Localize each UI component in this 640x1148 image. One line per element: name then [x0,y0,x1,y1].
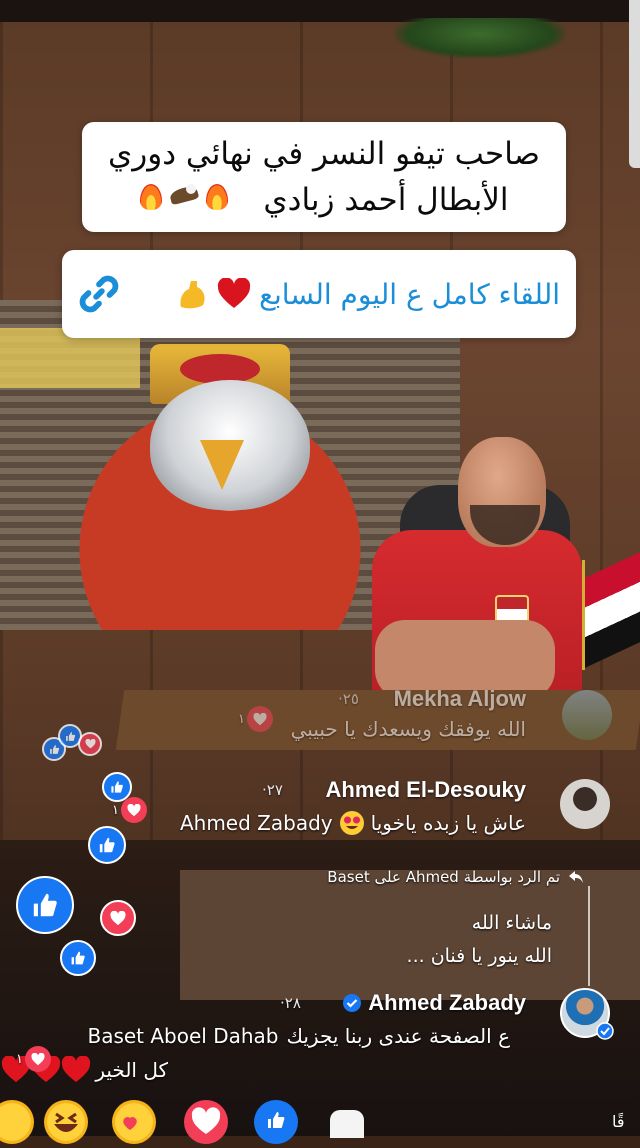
comment-time: ·٢٨ [280,994,301,1012]
link-icon[interactable] [76,271,122,317]
comment-author[interactable]: Ahmed El-Desouky [326,777,527,803]
love-icon [246,706,273,732]
comment-time: ·٢٥ [338,690,359,708]
comment-time: ·٢٧ [262,781,283,799]
floating-like-icon [60,940,96,976]
floating-like-icon [88,826,126,864]
love-reaction-icon[interactable] [184,1100,228,1144]
fire-icon [205,180,228,210]
verified-badge-icon [596,1022,614,1040]
tagged-user[interactable]: Ahmed Zabady [180,811,333,835]
comment-text-ar: ع الصفحة عندى ربنا يجزيك [286,1024,510,1048]
eagle-beak [200,440,244,490]
floating-love-icon [100,900,136,936]
reaction-count: ١ [16,1051,23,1067]
reaction-badge[interactable]: ١ [16,1046,51,1072]
reply-connector [588,886,590,986]
care-reaction-icon[interactable] [112,1100,156,1144]
love-icon [120,797,147,823]
comment-header: Ahmed Zabady [342,990,526,1016]
red-heart-icon [218,278,251,308]
video-title-card: صاحب تيفو النسر في نهائي دوري الأبطال أح… [82,122,566,232]
eagle-icon [168,180,200,210]
comment-author[interactable]: Ahmed Zabady [368,990,526,1016]
desk-panel [180,870,640,1000]
scrollbar[interactable] [629,0,640,168]
reply-line-2: الله ينور يا فنان ... [406,945,552,967]
reply-line-1: ماشاء الله [471,912,552,934]
floating-love-icon [78,732,102,756]
comment-text-line-1: ع الصفحة عندى ربنا يجزيك Baset Aboel Dah… [87,1024,510,1048]
love-icon [24,1046,51,1072]
title-line-2-text: الأبطال أحمد زبادي [263,182,509,218]
star-eyes-emoji-icon [339,811,364,835]
sticker-icon[interactable] [330,1110,364,1138]
tagged-user[interactable]: Baset Aboel Dahab [87,1024,278,1048]
reaction-count: ١ [238,711,245,727]
comment-text: الله يوفقك ويسعدك يا حبيبي [290,717,526,741]
title-line-1: صاحب تيفو النسر في نهائي دوري [108,136,540,172]
flexed-biceps-icon [180,281,205,309]
like-reaction-icon[interactable] [254,1100,298,1144]
link-card[interactable]: اللقاء كامل ع اليوم السابع [62,250,576,338]
corner-text: قًا [612,1112,625,1131]
fire-icon [139,180,162,210]
reaction-count: ١ [112,802,119,818]
reaction-badge[interactable]: ١ [238,706,273,732]
avatar[interactable] [560,779,610,829]
verified-icon [343,994,362,1012]
comment-author[interactable]: Mekha Aljow [394,686,526,712]
wow-reaction-icon[interactable] [0,1100,34,1144]
comment-text-ar: عاش يا زبده ياخويا [370,811,526,835]
link-text[interactable]: اللقاء كامل ع اليوم السابع [259,278,560,311]
reply-arrow-icon [569,871,583,883]
comment-text-ar: كل الخير [95,1058,168,1082]
floating-like-icon [16,876,74,934]
plant [395,18,565,58]
reply-header[interactable]: تم الرد بواسطة Ahmed على Baset [327,868,584,886]
floating-like-icon [102,772,132,802]
avatar[interactable] [562,690,612,740]
title-emojis [139,180,228,210]
haha-reaction-icon[interactable] [44,1100,88,1144]
reaction-bar [0,1100,640,1144]
title-line-2: الأبطال أحمد زبادي [139,177,509,223]
comment-text: عاش يا زبده ياخويا Ahmed Zabady [180,810,526,836]
reply-header-text: تم الرد بواسطة Ahmed على Baset [327,868,560,886]
